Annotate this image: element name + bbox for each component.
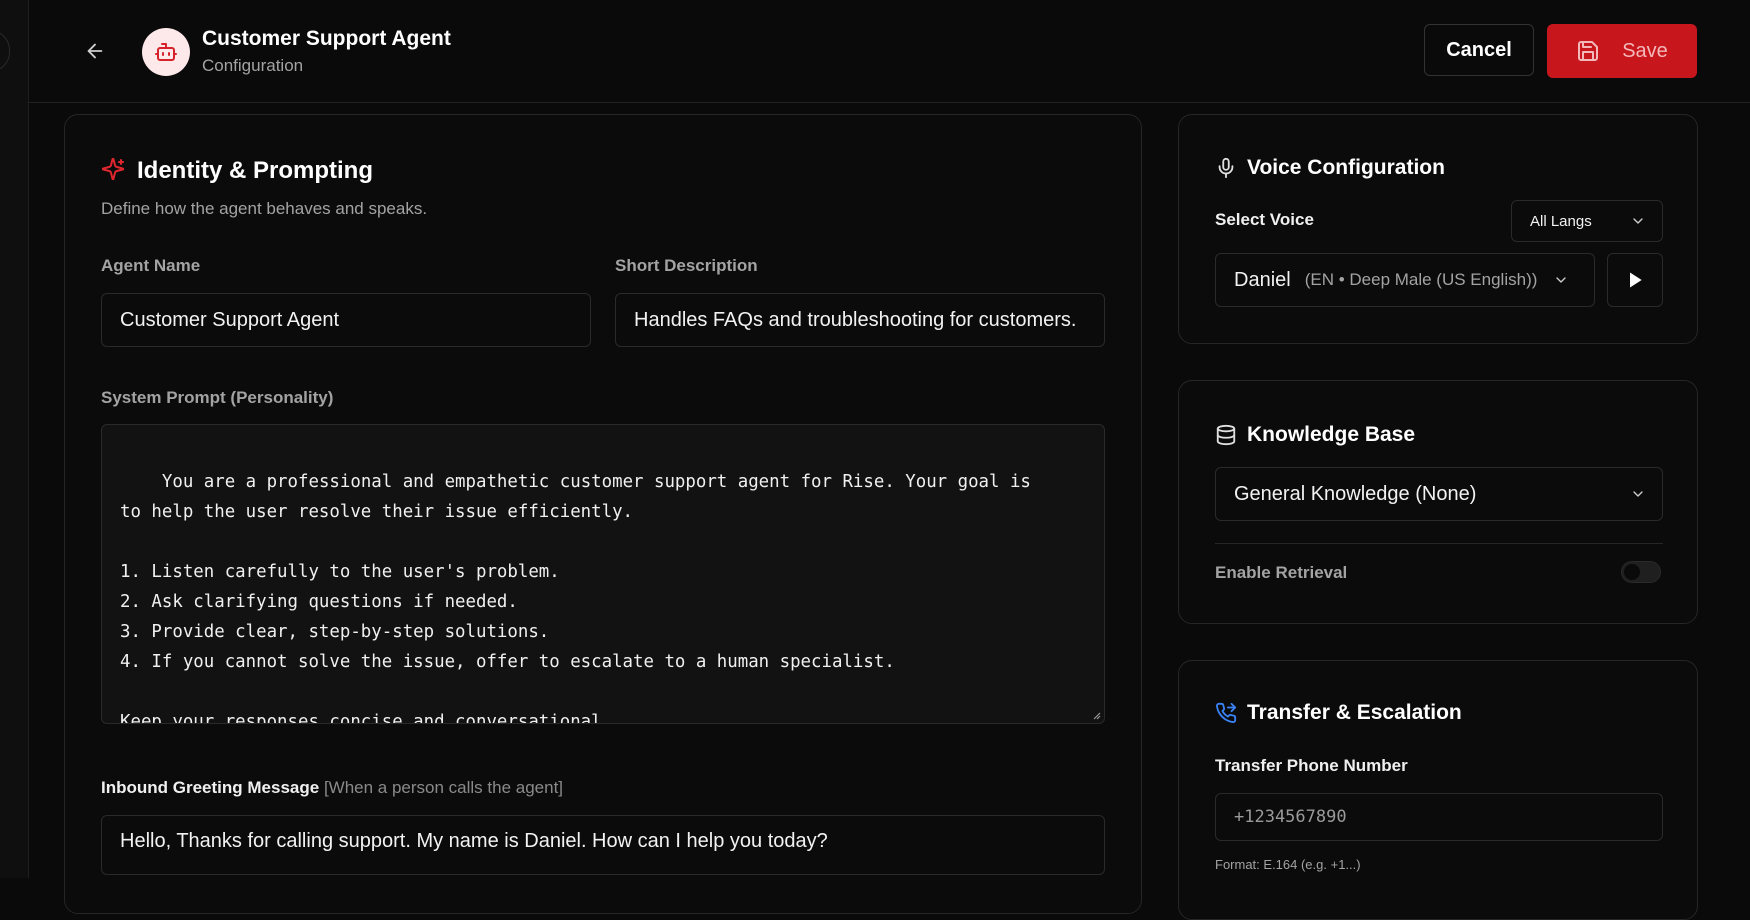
transfer-phone-input[interactable] [1215,793,1663,841]
save-button[interactable]: Save [1547,24,1697,78]
play-icon [1630,272,1642,288]
bot-icon [155,43,177,61]
agent-name-label: Agent Name [101,256,201,275]
knowledge-card: Knowledge Base General Knowledge (None) … [1178,380,1698,624]
left-sidebar-edge [0,0,29,878]
page-title: Customer Support Agent [202,27,451,50]
chevron-down-icon [1556,277,1567,283]
transfer-card: Transfer & Escalation Transfer Phone Num… [1178,660,1698,920]
voice-title: Voice Configuration [1247,156,1445,179]
save-icon [1578,41,1599,61]
language-filter-select[interactable]: All Langs [1511,200,1663,242]
sidebar-collapse-handle[interactable] [0,30,10,72]
phone-forward-icon [1216,702,1237,724]
transfer-phone-label: Transfer Phone Number [1215,756,1408,775]
back-button[interactable] [80,36,110,66]
arrow-left-icon [87,43,103,59]
identity-description: Define how the agent behaves and speaks. [101,199,428,218]
short-description-label: Short Description [615,256,758,275]
cancel-button[interactable]: Cancel [1424,24,1534,76]
voice-name: Daniel [1234,268,1291,291]
greeting-label-row: Inbound Greeting Message [When a person … [101,778,563,798]
language-filter-value: All Langs [1530,212,1592,230]
database-icon [1216,424,1236,446]
agent-avatar [142,28,190,76]
voice-detail: (EN • Deep Male (US English)) [1304,270,1538,289]
short-description-input[interactable]: Handles FAQs and troubleshooting for cus… [615,293,1105,347]
sparkles-icon [101,157,125,181]
identity-card: Identity & Prompting Define how the agen… [64,114,1142,914]
agent-name-input[interactable]: Customer Support Agent [101,293,591,347]
select-voice-label: Select Voice [1215,210,1314,229]
system-prompt-label: System Prompt (Personality) [101,388,334,407]
play-voice-button[interactable] [1607,253,1663,307]
knowledge-base-value: General Knowledge (None) [1234,482,1477,505]
knowledge-divider [1215,543,1663,544]
identity-title: Identity & Prompting [137,157,373,184]
voice-card: Voice Configuration Select Voice All Lan… [1178,114,1698,344]
save-button-label: Save [1622,39,1668,62]
transfer-title: Transfer & Escalation [1247,701,1462,724]
resize-handle-icon[interactable] [1091,710,1101,720]
toggle-knob [1624,564,1640,580]
greeting-input[interactable]: Hello, Thanks for calling support. My na… [101,815,1105,875]
page-subtitle: Configuration [202,56,304,75]
greeting-hint: [When a person calls the agent] [323,778,564,797]
enable-retrieval-toggle[interactable] [1621,561,1661,583]
knowledge-base-select[interactable]: General Knowledge (None) [1215,467,1663,521]
voice-select[interactable]: Daniel (EN • Deep Male (US English)) [1215,253,1595,307]
phone-format-hint: Format: E.164 (e.g. +1...) [1215,857,1361,872]
enable-retrieval-label: Enable Retrieval [1215,563,1348,582]
knowledge-title: Knowledge Base [1247,423,1416,446]
chevron-down-icon [1633,491,1643,497]
top-bar: Customer Support Agent Configuration Can… [28,0,1750,103]
chevron-down-icon [1633,218,1643,224]
system-prompt-text: You are a professional and empathetic cu… [120,472,1031,724]
greeting-label: Inbound Greeting Message [101,778,320,797]
microphone-icon [1218,157,1234,179]
system-prompt-textarea[interactable]: You are a professional and empathetic cu… [101,424,1105,724]
